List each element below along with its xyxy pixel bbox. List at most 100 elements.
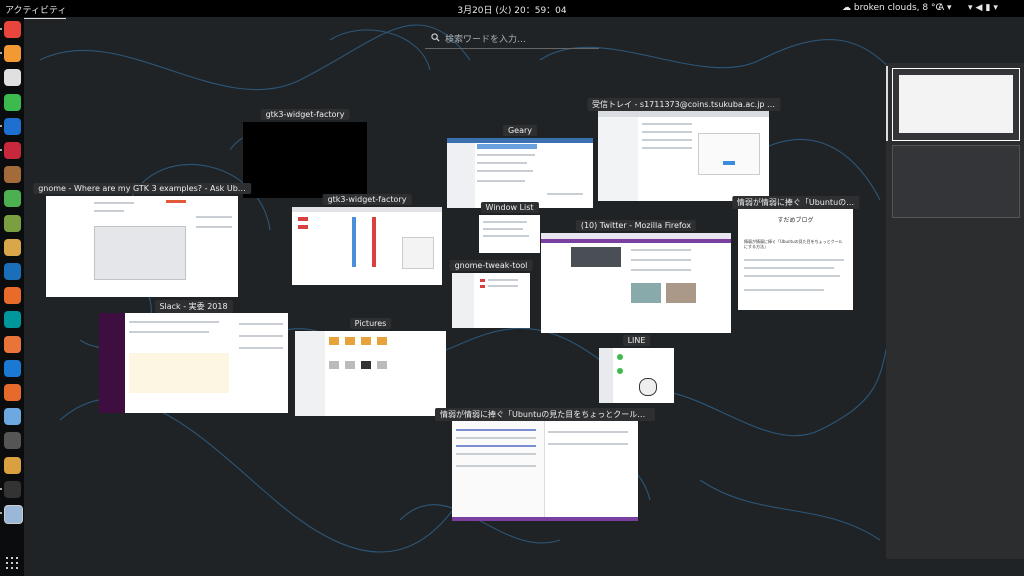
input-method-indicator[interactable]: A ▾ — [938, 3, 952, 13]
preview-line — [548, 443, 628, 445]
tweet-image — [666, 283, 696, 303]
intellij-icon[interactable] — [4, 117, 21, 135]
message-line — [477, 154, 535, 156]
settings-icon[interactable] — [4, 432, 21, 450]
app-icon-red[interactable] — [4, 69, 21, 87]
window-mail-inbox[interactable]: 受信トレイ - s1711373@coins.tsukuba.ac.jp … — [586, 98, 781, 201]
folder-icon — [345, 337, 355, 345]
running-indicator — [0, 28, 2, 30]
window-title: Window List — [480, 202, 539, 213]
app-icon-tan[interactable] — [4, 166, 21, 184]
window-title: gtk3-widget-factory — [322, 194, 412, 205]
message-line — [129, 331, 209, 333]
window-thumbnail — [452, 421, 638, 521]
text-line — [94, 210, 124, 212]
message-line — [129, 321, 219, 323]
running-indicator — [0, 124, 2, 127]
text-line — [483, 235, 529, 237]
files-icon[interactable] — [4, 238, 21, 256]
highlight — [166, 200, 186, 203]
text-line — [94, 202, 134, 204]
slider — [352, 217, 356, 267]
search-box[interactable] — [425, 30, 599, 50]
highlighted-messages — [129, 353, 229, 393]
arduino-icon[interactable] — [4, 311, 21, 329]
window-title: (10) Twitter - Mozilla Firefox — [575, 220, 697, 231]
window-thumbnail — [452, 273, 530, 328]
tweet-image — [631, 283, 661, 303]
workspace-2[interactable] — [892, 145, 1020, 218]
app-icon-orange[interactable] — [4, 335, 21, 353]
weather-text: broken clouds, 8 °C — [853, 3, 942, 13]
cloud-icon: ☁ — [842, 3, 851, 13]
sidebar — [452, 273, 474, 328]
app-icon-green[interactable] — [4, 93, 21, 111]
widget — [298, 217, 308, 221]
thread-line — [239, 323, 283, 325]
dialog — [698, 133, 760, 175]
folder-icon — [329, 337, 339, 345]
window-title: LINE — [622, 335, 651, 346]
list-line — [642, 123, 692, 125]
wifi-icon: ▾ — [968, 3, 976, 13]
firefox-icon[interactable] — [4, 384, 21, 401]
status-bar — [452, 517, 638, 521]
app-icon-blue-circle[interactable] — [4, 408, 21, 426]
running-indicator — [0, 512, 2, 514]
image-file-icon — [329, 361, 339, 369]
window-gtk3-widget-factory[interactable]: gtk3-widget-factory — [292, 194, 442, 285]
window-pictures[interactable]: Pictures — [295, 318, 446, 416]
widget — [298, 225, 308, 229]
window-window-list[interactable]: Window List — [479, 202, 540, 253]
text-view — [402, 237, 434, 269]
screenshot-image — [94, 226, 186, 280]
folder-icon — [361, 337, 371, 345]
text-line — [744, 267, 834, 269]
link-line — [456, 445, 536, 447]
window-gnome-tweak-tool[interactable]: gnome-tweak-tool — [449, 260, 533, 328]
text-line — [483, 228, 523, 230]
weather-indicator[interactable]: ☁ broken clouds, 8 °C — [842, 3, 942, 13]
window-thumbnail — [243, 122, 367, 198]
window-title: 受信トレイ - s1711373@coins.tsukuba.ac.jp … — [586, 98, 781, 111]
terminal-icon[interactable] — [4, 480, 21, 498]
folder-icon — [377, 337, 387, 345]
app-icon-orange-folder[interactable] — [4, 456, 21, 474]
selected-message — [477, 144, 537, 149]
chrome-icon[interactable] — [4, 21, 21, 38]
window-slack[interactable]: Slack - 実委 2018 — [99, 300, 288, 413]
running-indicator — [0, 52, 2, 55]
avatar — [617, 354, 623, 360]
rubymine-icon[interactable] — [4, 142, 21, 159]
editor-pane — [452, 421, 545, 521]
window-thumbnail — [295, 331, 446, 416]
window-gtk3-widget-factory-dark[interactable]: gtk3-widget-factory — [243, 109, 367, 198]
sublime-icon[interactable] — [4, 45, 21, 63]
vscode-icon[interactable] — [4, 263, 21, 280]
input-method-label: A — [938, 3, 945, 13]
search-input[interactable] — [443, 30, 597, 50]
image-file-icon — [361, 361, 371, 369]
window-askubuntu[interactable]: gnome - Where are my GTK 3 examples? - A… — [33, 183, 251, 297]
show-applications-icon[interactable] — [6, 557, 18, 569]
calculator-icon[interactable] — [4, 214, 21, 232]
window-line[interactable]: LINE — [599, 335, 674, 403]
window-thumbnail — [479, 215, 540, 253]
text-line — [483, 221, 527, 223]
window-blog[interactable]: すだめブログ 情弱が情弱に捧ぐ「Ubuntuの見た目をちょっとクールにする方法」… — [731, 196, 860, 310]
window-firefox-twitter[interactable]: (10) Twitter - Mozilla Firefox — [541, 220, 731, 333]
clock[interactable]: 3月20日 (火) 20：59：04 — [457, 3, 566, 16]
window-blog-browser[interactable]: 情弱が情弱に捧ぐ「Ubuntuの見た目をちょっとクールに… — [435, 408, 655, 521]
sidebar — [447, 143, 475, 208]
headphones-icon[interactable] — [4, 287, 21, 305]
text-line — [456, 465, 536, 467]
window-geary[interactable]: Geary — [447, 125, 593, 208]
workspace-1[interactable] — [892, 68, 1020, 141]
app-icon-selected[interactable] — [4, 505, 23, 524]
text-line — [456, 437, 536, 439]
workspace-preview — [899, 75, 1013, 133]
system-tray[interactable]: ▾◀▮▾ — [968, 3, 1001, 13]
app-icon-gallery[interactable] — [4, 190, 21, 208]
virtualbox-icon[interactable] — [4, 359, 21, 377]
volume-icon: ◀ — [975, 3, 986, 13]
